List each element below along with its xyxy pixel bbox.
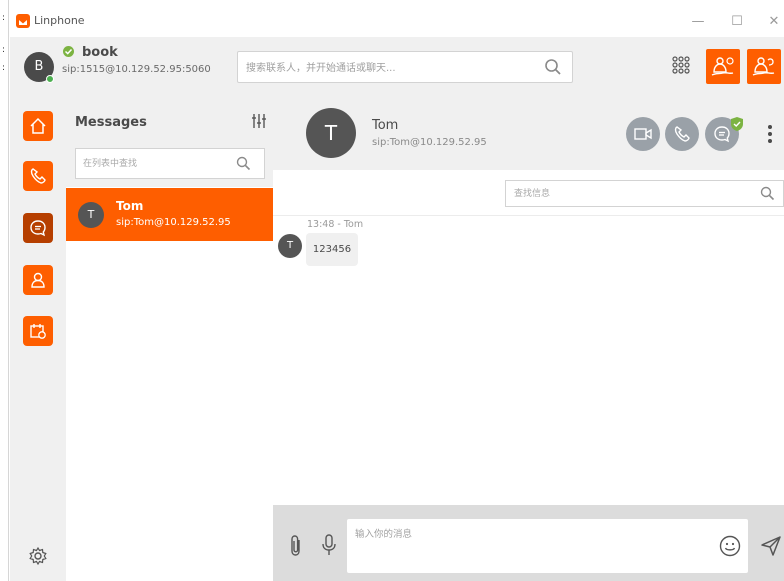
peer-name: Tom <box>372 118 399 133</box>
message-search-box[interactable] <box>505 180 784 207</box>
conference-invite-button[interactable] <box>747 49 781 84</box>
new-conference-button[interactable] <box>706 49 740 84</box>
edge-mark: : <box>2 63 6 73</box>
linphone-logo-icon <box>16 14 30 28</box>
nav-calls-button[interactable] <box>23 161 53 191</box>
paperclip-icon[interactable] <box>289 534 303 562</box>
video-call-button[interactable] <box>626 117 660 151</box>
conference-icon <box>711 57 734 76</box>
search-icon[interactable] <box>760 186 775 205</box>
video-call-icon <box>634 128 652 140</box>
home-icon <box>30 117 46 134</box>
title-bar <box>10 9 784 37</box>
close-button[interactable]: ✕ <box>764 12 784 32</box>
call-icon <box>674 126 690 142</box>
peer-sip-address: sip:Tom@10.129.52.95 <box>372 137 487 148</box>
more-icon[interactable] <box>768 125 772 146</box>
conversation-avatar: T <box>78 202 104 228</box>
conversation-search-input[interactable] <box>83 157 233 171</box>
call-button[interactable] <box>665 117 699 151</box>
encryption-shield-icon <box>729 116 745 132</box>
message-input-box[interactable] <box>347 519 748 573</box>
conversation-list-title: Messages <box>75 115 147 130</box>
window-edge: : : : <box>0 0 9 581</box>
contact-search-box[interactable] <box>237 51 573 83</box>
filter-icon[interactable] <box>252 113 266 133</box>
emoji-icon[interactable] <box>719 535 741 561</box>
registration-ok-icon <box>63 46 74 57</box>
contact-search-input[interactable] <box>246 60 526 76</box>
account-name: book <box>82 45 118 60</box>
peer-avatar[interactable]: T <box>306 108 356 158</box>
edge-mark: : <box>2 13 6 23</box>
account-sip-address: sip:1515@10.129.52.95:5060 <box>62 64 211 75</box>
message-bubble[interactable]: 123456 <box>306 233 358 266</box>
minimize-button[interactable]: — <box>688 12 708 32</box>
send-icon[interactable] <box>760 535 782 561</box>
phone-icon <box>30 168 46 184</box>
nav-meetings-button[interactable] <box>23 316 53 346</box>
search-icon[interactable] <box>236 156 251 175</box>
conference-invite-icon <box>752 57 775 76</box>
edge-mark: : <box>2 45 6 55</box>
microphone-icon[interactable] <box>321 533 337 561</box>
message-input[interactable] <box>355 526 695 562</box>
message-meta: 13:48 - Tom <box>307 219 364 230</box>
message-search-input[interactable] <box>514 187 734 201</box>
presence-indicator <box>46 75 54 83</box>
nav-contacts-button[interactable] <box>23 265 53 295</box>
gear-icon[interactable] <box>28 546 48 570</box>
dialpad-icon[interactable] <box>672 56 690 82</box>
maximize-button[interactable]: ☐ <box>727 12 747 32</box>
meetings-icon <box>30 324 46 339</box>
search-icon[interactable] <box>544 58 562 80</box>
nav-home-button[interactable] <box>23 111 53 141</box>
message-avatar: T <box>278 234 302 258</box>
chat-icon <box>30 220 46 237</box>
nav-chat-button[interactable] <box>23 213 53 243</box>
conversation-sip-address: sip:Tom@10.129.52.95 <box>116 217 231 228</box>
conversation-name: Tom <box>116 199 144 213</box>
contacts-icon <box>31 272 45 288</box>
app-title: Linphone <box>34 14 85 27</box>
